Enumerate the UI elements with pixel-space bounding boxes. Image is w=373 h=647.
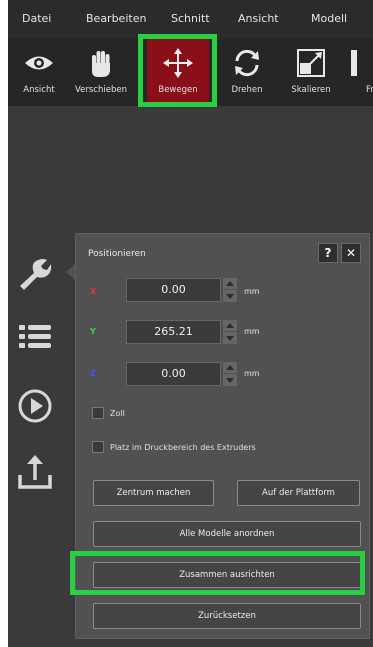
highlight-move-tool [138, 34, 217, 107]
spin-up-icon[interactable] [223, 278, 237, 290]
axis-label-z: Z [90, 369, 96, 378]
tool-verschieben[interactable]: Verschieben [70, 38, 132, 106]
tool-label: Drehen [231, 85, 263, 95]
z-position-input[interactable]: 0.00 [126, 362, 221, 386]
scale-icon [297, 49, 325, 77]
unit-label: mm [244, 369, 260, 378]
tool-fr[interactable]: Fr [348, 38, 373, 106]
menu-modell[interactable]: Modell [311, 12, 347, 25]
spin-up-icon[interactable] [223, 362, 237, 374]
z-spinner[interactable] [223, 362, 237, 386]
menu-bearbeiten[interactable]: Bearbeiten [86, 12, 146, 25]
unit-label: mm [244, 327, 260, 336]
play-icon[interactable] [16, 387, 54, 425]
y-spinner[interactable] [223, 320, 237, 344]
inch-checkbox[interactable] [92, 407, 104, 419]
x-spinner[interactable] [223, 278, 237, 302]
axis-label-y: Y [90, 327, 96, 336]
spin-up-icon[interactable] [223, 320, 237, 332]
spin-down-icon[interactable] [223, 291, 237, 302]
menu-datei[interactable]: Datei [22, 12, 51, 25]
place-on-platform-button[interactable]: Auf der Plattform [237, 480, 360, 506]
y-position-input[interactable]: 265.21 [126, 320, 221, 344]
arrange-all-button[interactable]: Alle Modelle anordnen [93, 521, 361, 547]
spin-down-icon[interactable] [223, 375, 237, 386]
tool-skalieren[interactable]: Skalieren [280, 38, 342, 106]
inch-label: Zoll [110, 409, 125, 418]
list-icon[interactable] [16, 318, 54, 356]
tool-label: Ansicht [23, 85, 55, 95]
tool-ansicht[interactable]: Ansicht [8, 38, 70, 106]
menu-bar: Datei Bearbeiten Schnitt Ansicht Modell [8, 0, 373, 38]
menu-ansicht[interactable]: Ansicht [238, 12, 279, 25]
tool-drehen[interactable]: Drehen [216, 38, 278, 106]
tool-label: Fr [366, 85, 373, 95]
wrench-icon[interactable] [16, 255, 54, 293]
upload-icon[interactable] [16, 453, 54, 491]
highlight-align-button [70, 551, 365, 595]
close-button[interactable]: ✕ [341, 243, 361, 263]
panel-title: Positionieren [88, 249, 146, 259]
cut-icon [351, 50, 357, 76]
unit-label: mm [244, 287, 260, 296]
menu-schnitt[interactable]: Schnitt [171, 12, 210, 25]
axis-label-x: X [90, 287, 97, 296]
spin-down-icon[interactable] [223, 333, 237, 344]
help-button[interactable]: ? [318, 243, 338, 263]
center-button[interactable]: Zentrum machen [93, 480, 214, 506]
reset-button[interactable]: Zurücksetzen [93, 603, 361, 629]
tool-label: Verschieben [75, 85, 127, 95]
x-position-input[interactable]: 0.00 [126, 278, 221, 302]
extruder-area-label: Platz im Druckbereich des Extruders [110, 443, 256, 452]
extruder-area-checkbox[interactable] [92, 441, 104, 453]
rotate-icon [235, 49, 259, 77]
hand-icon [92, 51, 110, 77]
eye-icon [25, 56, 53, 70]
tool-label: Skalieren [291, 85, 331, 95]
